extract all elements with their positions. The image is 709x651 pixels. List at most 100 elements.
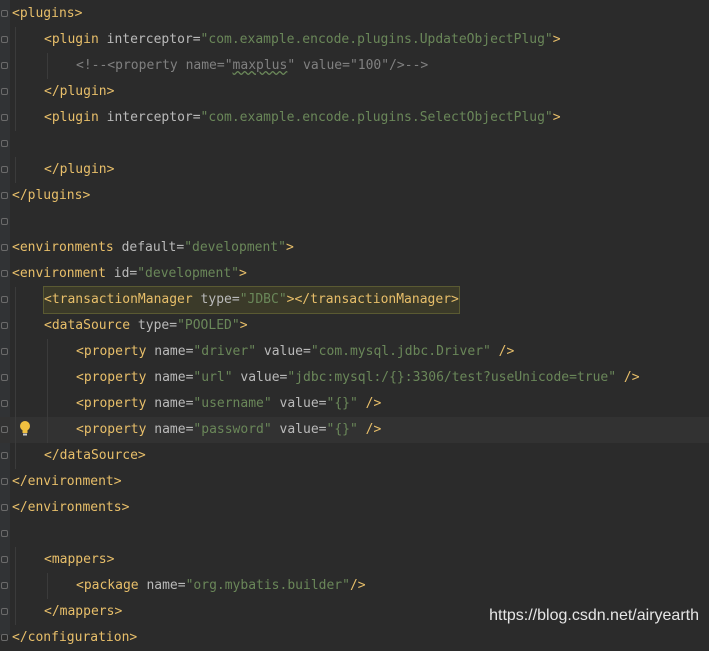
code-token: </dataSource> xyxy=(44,448,146,463)
code-line[interactable]: <environments default="development"> xyxy=(0,235,709,261)
fold-marker-icon[interactable] xyxy=(1,140,8,147)
code-token: = xyxy=(231,292,240,307)
code-token: <plugin xyxy=(44,110,107,125)
indent-guide xyxy=(15,417,16,443)
code-line[interactable]: <property name="url" value="jdbc:mysql:/… xyxy=(0,365,709,391)
fold-marker-icon[interactable] xyxy=(1,114,8,121)
code-token: " value="100"/>--> xyxy=(287,58,429,73)
code-token: <!--<property name=" xyxy=(76,58,233,73)
code-text: <property name="url" value="jdbc:mysql:/… xyxy=(76,365,640,391)
code-token: > xyxy=(238,266,247,281)
fold-marker-icon[interactable] xyxy=(1,192,8,199)
fold-marker-icon[interactable] xyxy=(1,530,8,537)
fold-marker-icon[interactable] xyxy=(1,166,8,173)
fold-marker-icon[interactable] xyxy=(1,10,8,17)
code-line[interactable]: </plugin> xyxy=(0,79,709,105)
indent-guide xyxy=(47,417,48,443)
fold-marker-icon[interactable] xyxy=(1,244,8,251)
code-line[interactable] xyxy=(0,209,709,235)
fold-marker-icon[interactable] xyxy=(1,400,8,407)
code-line[interactable]: </environment> xyxy=(0,469,709,495)
code-token: "jdbc:mysql:/{}:3306/test?useUnicode=tru… xyxy=(287,370,617,385)
fold-marker-icon[interactable] xyxy=(1,556,8,563)
fold-marker-icon[interactable] xyxy=(1,634,8,641)
code-line[interactable]: <package name="org.mybatis.builder"/> xyxy=(0,573,709,599)
code-token: "username" xyxy=(193,396,272,411)
code-token: > xyxy=(552,32,561,47)
code-text: </dataSource> xyxy=(44,443,146,469)
indent-guide xyxy=(47,53,48,79)
code-line[interactable]: <!--<property name="maxplus" value="100"… xyxy=(0,53,709,79)
code-line[interactable]: <transactionManager type="JDBC"></transa… xyxy=(0,286,709,314)
fold-marker-icon[interactable] xyxy=(1,608,8,615)
code-line[interactable]: </plugins> xyxy=(0,183,709,209)
code-token: value xyxy=(232,370,280,385)
code-token: "password" xyxy=(193,422,272,437)
code-line[interactable]: <plugins> xyxy=(0,1,709,27)
highlighted-code: <transactionManager type="JDBC"></transa… xyxy=(43,286,460,314)
code-text: </environment> xyxy=(12,469,122,495)
code-line[interactable]: <property name="password" value="{}" /> xyxy=(0,417,709,443)
code-token: </environment> xyxy=(12,474,122,489)
code-token: ></transactionManager> xyxy=(286,292,459,307)
indent-guide xyxy=(15,547,16,573)
code-token: "com.example.encode.plugins.SelectObject… xyxy=(200,110,553,125)
fold-marker-icon[interactable] xyxy=(1,296,8,303)
code-text: </plugin> xyxy=(44,157,114,183)
code-line[interactable]: <property name="driver" value="com.mysql… xyxy=(0,339,709,365)
code-text: <plugin interceptor="com.example.encode.… xyxy=(44,105,561,131)
lightbulb-icon[interactable] xyxy=(18,420,32,438)
code-token: "org.mybatis.builder" xyxy=(185,578,350,593)
code-text: <environments default="development"> xyxy=(12,235,294,261)
code-line[interactable]: <dataSource type="POOLED"> xyxy=(0,313,709,339)
fold-marker-icon[interactable] xyxy=(1,504,8,511)
code-text: <plugins> xyxy=(12,1,82,27)
code-token: name xyxy=(154,396,186,411)
fold-marker-icon[interactable] xyxy=(1,36,8,43)
fold-marker-icon[interactable] xyxy=(1,582,8,589)
code-text: <!--<property name="maxplus" value="100"… xyxy=(76,53,428,79)
code-line[interactable]: </dataSource> xyxy=(0,443,709,469)
code-token: "url" xyxy=(193,370,233,385)
code-line[interactable]: </configuration> xyxy=(0,625,709,651)
code-token: </plugin> xyxy=(44,84,115,99)
fold-marker-icon[interactable] xyxy=(1,426,8,433)
code-text: <property name="password" value="{}" /> xyxy=(76,417,381,443)
code-text: </plugins> xyxy=(12,183,90,209)
indent-guide xyxy=(15,287,16,313)
code-line[interactable]: <environment id="development"> xyxy=(0,261,709,287)
fold-marker-icon[interactable] xyxy=(1,218,8,225)
indent-guide xyxy=(15,599,16,625)
fold-marker-icon[interactable] xyxy=(1,478,8,485)
code-text: <environment id="development"> xyxy=(12,261,247,287)
code-token: = xyxy=(192,110,201,125)
code-editor[interactable]: <plugins> <plugin interceptor="com.exampl… xyxy=(0,0,709,645)
code-token: type xyxy=(200,292,232,307)
code-line[interactable]: <plugin interceptor="com.example.encode.… xyxy=(0,27,709,53)
fold-marker-icon[interactable] xyxy=(1,88,8,95)
code-token: default xyxy=(121,240,177,255)
watermark: https://blog.csdn.net/airyearth xyxy=(489,607,699,624)
code-line[interactable]: </plugin> xyxy=(0,157,709,183)
code-token: <mappers> xyxy=(44,552,115,567)
code-token: name xyxy=(146,578,178,593)
code-token: /> xyxy=(357,422,382,437)
code-token: <package xyxy=(76,578,147,593)
code-token: <property xyxy=(76,422,155,437)
code-line[interactable]: </environments> xyxy=(0,495,709,521)
code-line[interactable]: <mappers> xyxy=(0,547,709,573)
fold-marker-icon[interactable] xyxy=(1,62,8,69)
fold-marker-icon[interactable] xyxy=(1,452,8,459)
code-line[interactable] xyxy=(0,131,709,157)
code-text: </mappers> xyxy=(44,599,122,625)
fold-marker-icon[interactable] xyxy=(1,322,8,329)
code-token: <property xyxy=(76,370,155,385)
code-line[interactable]: <plugin interceptor="com.example.encode.… xyxy=(0,105,709,131)
code-token: <property xyxy=(76,344,155,359)
fold-marker-icon[interactable] xyxy=(1,348,8,355)
fold-marker-icon[interactable] xyxy=(1,374,8,381)
code-token: "POOLED" xyxy=(177,318,240,333)
fold-marker-icon[interactable] xyxy=(1,270,8,277)
code-line[interactable]: <property name="username" value="{}" /> xyxy=(0,391,709,417)
code-line[interactable] xyxy=(0,521,709,547)
